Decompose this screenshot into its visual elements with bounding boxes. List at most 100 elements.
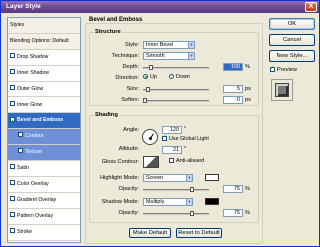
shadow-mode-label: Shadow Mode:	[101, 199, 139, 205]
highlight-opacity-input[interactable]: 75	[223, 185, 243, 193]
style-list-label: Styles	[10, 22, 25, 28]
altitude-input[interactable]: 21	[162, 146, 182, 154]
style-list-item[interactable]: Texture	[8, 145, 80, 162]
style-list-label: Drop Shadow	[17, 53, 49, 60]
checkbox-checked-icon	[162, 134, 167, 142]
highlight-opacity-thumb[interactable]	[189, 187, 194, 192]
checkbox-icon[interactable]	[10, 164, 15, 170]
angle-dial[interactable]	[142, 129, 158, 145]
highlight-opacity-unit: %	[245, 186, 250, 192]
checkbox-icon[interactable]	[10, 52, 15, 58]
preview-thumbnail	[275, 83, 289, 97]
style-list-label: Stroke	[17, 228, 32, 235]
size-slider-thumb[interactable]	[146, 87, 151, 92]
style-list-item[interactable]: Blending Options: Default	[8, 33, 80, 50]
style-list-label: Pattern Overlay	[17, 212, 54, 219]
style-list-label: Satin	[17, 165, 29, 172]
technique-select[interactable]: Smooth ▼	[143, 52, 195, 60]
angle-unit: °	[184, 126, 187, 132]
shadow-opacity-unit: %	[245, 210, 250, 216]
new-style-button[interactable]: New Style...	[269, 50, 315, 62]
highlight-color-swatch[interactable]	[205, 174, 219, 181]
shadow-opacity-input[interactable]: 75	[223, 209, 243, 217]
highlight-opacity-slider[interactable]	[143, 187, 209, 192]
checkbox-icon[interactable]	[10, 211, 15, 217]
checkbox-checked-icon[interactable]	[10, 115, 15, 130]
shadow-mode-select[interactable]: Multiply ▼	[143, 198, 193, 206]
style-select[interactable]: Inner Bevel ▼	[143, 41, 195, 49]
style-list-item[interactable]: Color Overlay	[8, 177, 80, 193]
shadow-color-swatch[interactable]	[205, 198, 219, 205]
shadow-opacity-thumb[interactable]	[189, 211, 194, 216]
checkbox-icon[interactable]	[10, 196, 15, 202]
preview-check-icon	[270, 65, 275, 73]
use-global-light-checkbox[interactable]: Use Global Light	[162, 134, 209, 142]
style-list-item[interactable]: Gradient Overlay	[8, 193, 80, 209]
use-global-light-label: Use Global Light	[169, 136, 209, 142]
preview-checkbox[interactable]: Preview	[270, 65, 297, 73]
preview-label: Preview	[277, 67, 297, 73]
checkbox-icon[interactable]	[10, 100, 15, 106]
angle-input[interactable]: 120	[162, 126, 182, 134]
angle-label: Angle:	[123, 127, 139, 133]
style-list-item[interactable]: Inner Shadow	[8, 66, 80, 82]
size-slider[interactable]	[143, 87, 209, 92]
style-preview-swatch	[271, 79, 293, 101]
checkbox-icon[interactable]	[10, 180, 15, 186]
style-list-item[interactable]: Outer Glow	[8, 82, 80, 98]
radio-selected-icon	[143, 74, 148, 80]
cancel-button[interactable]: Cancel	[269, 34, 315, 46]
checkbox-icon[interactable]	[18, 148, 23, 154]
style-list-label: Color Overlay	[17, 181, 49, 187]
style-list-label: Contour	[25, 133, 44, 140]
technique-value: Smooth	[146, 53, 165, 59]
highlight-opacity-label: Opacity:	[118, 186, 139, 192]
soften-slider-thumb[interactable]	[143, 98, 147, 103]
style-list-item[interactable]: Satin	[8, 161, 80, 177]
style-list-label: Gradient Overlay	[17, 196, 57, 203]
soften-input[interactable]: 0	[223, 96, 243, 104]
style-list-item[interactable]: Pattern Overlay	[8, 209, 80, 225]
size-input[interactable]: 5	[223, 85, 243, 93]
style-list-label: Inner Glow	[17, 101, 43, 108]
style-list-item[interactable]: Bevel and Emboss	[8, 113, 80, 130]
close-button[interactable]: X	[305, 2, 317, 12]
title-bar: Layer Style X	[1, 1, 319, 13]
checkbox-icon	[169, 158, 174, 164]
checkbox-icon[interactable]	[18, 132, 23, 138]
depth-input[interactable]: 100	[223, 63, 243, 71]
direction-up-radio[interactable]: Up	[143, 74, 157, 80]
structure-legend: Structure	[94, 29, 122, 35]
checkbox-icon[interactable]	[10, 68, 15, 74]
anti-aliased-checkbox[interactable]: Anti-aliased	[169, 158, 204, 164]
style-list-item[interactable]: Contour	[8, 129, 80, 146]
ok-button[interactable]: OK	[269, 18, 315, 30]
window-title: Layer Style	[6, 3, 41, 10]
make-default-button[interactable]: Make Default	[129, 228, 171, 238]
style-list-item[interactable]: Styles	[8, 18, 80, 34]
soften-slider[interactable]	[143, 98, 209, 103]
highlight-mode-label: Highlight Mode:	[100, 175, 139, 181]
gloss-contour-picker[interactable]	[143, 156, 159, 168]
direction-down-label: Down	[176, 74, 190, 80]
style-list-label: Inner Shadow	[17, 69, 50, 76]
reset-default-button[interactable]: Reset to Default	[176, 228, 222, 238]
styles-list: Styles Blending Options: Default Drop Shad…	[7, 17, 81, 243]
direction-up-label: Up	[150, 74, 157, 80]
style-list-label: Blending Options: Default	[10, 37, 69, 44]
style-value: Inner Bevel	[146, 42, 174, 48]
layer-style-dialog: Layer Style X Styles Blending Options: De…	[0, 0, 320, 247]
checkbox-icon[interactable]	[10, 84, 15, 90]
depth-slider[interactable]	[143, 65, 209, 70]
soften-unit: px	[245, 97, 251, 103]
highlight-mode-value: Screen	[146, 175, 164, 181]
shadow-opacity-slider[interactable]	[143, 211, 209, 216]
style-list-item[interactable]: Stroke	[8, 225, 80, 241]
style-list-item[interactable]: Drop Shadow	[8, 50, 80, 66]
checkbox-icon[interactable]	[10, 227, 15, 233]
shadow-opacity-label: Opacity:	[118, 210, 139, 216]
depth-slider-thumb[interactable]	[149, 65, 154, 70]
style-list-item[interactable]: Inner Glow	[8, 98, 80, 114]
direction-down-radio[interactable]: Down	[169, 74, 190, 80]
highlight-mode-select[interactable]: Screen ▼	[143, 174, 193, 182]
